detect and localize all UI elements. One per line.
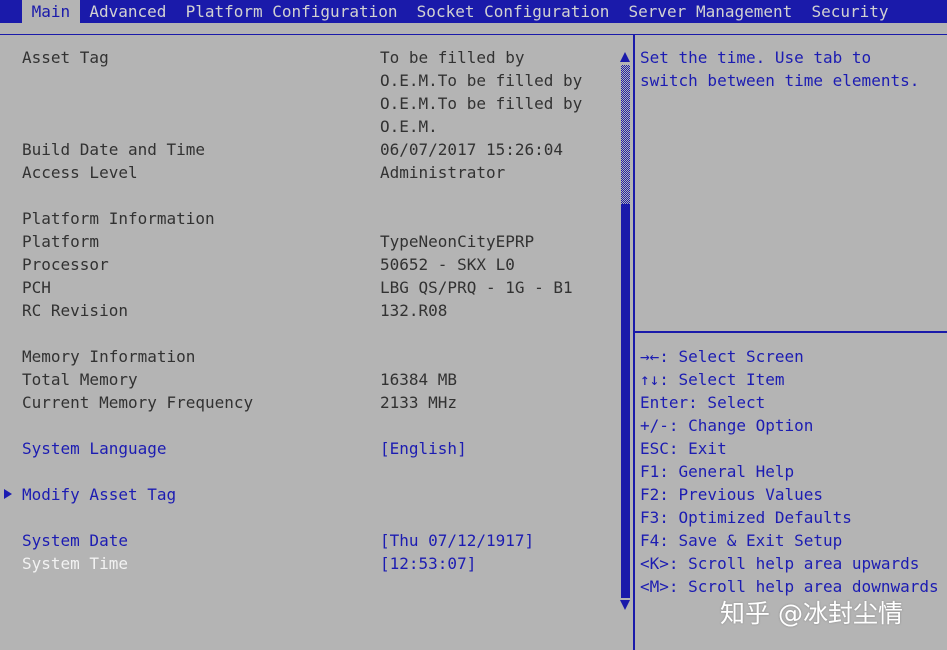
setting-value: 132.R08 xyxy=(380,301,448,320)
key-help-item: ↑↓: Select Item xyxy=(640,370,785,389)
value-line: O.E.M. xyxy=(380,117,438,136)
setting-platform: Platform TypeNeonCityEPRP xyxy=(0,230,618,253)
setting-label: Total Memory xyxy=(22,370,138,389)
setting-label[interactable]: Modify Asset Tag xyxy=(22,483,176,506)
blank-row xyxy=(0,322,618,345)
menu-tab-bar: Main Advanced Platform Configuration Soc… xyxy=(0,0,947,23)
setting-access-level: Access Level Administrator xyxy=(0,161,618,184)
submenu-modify-asset-tag[interactable]: Modify Asset Tag xyxy=(0,483,618,506)
panel-divider xyxy=(633,34,635,650)
setting-system-language[interactable]: System Language [English] xyxy=(0,437,618,460)
key-help-item: <K>: Scroll help area upwards xyxy=(640,554,920,573)
setting-label[interactable]: System Time xyxy=(22,552,128,575)
blank-row xyxy=(0,184,618,207)
help-line: switch between time elements. xyxy=(640,71,920,90)
setting-label: Platform xyxy=(22,232,100,251)
setting-system-time[interactable]: System Time [12:53:07] xyxy=(0,552,618,575)
setting-value: Administrator xyxy=(380,163,506,182)
key-help-item: F4: Save & Exit Setup xyxy=(640,531,843,550)
setting-value: 16384 MB xyxy=(380,370,458,389)
key-help-item: +/-: Change Option xyxy=(640,416,814,435)
help-description: Set the time. Use tab to switch between … xyxy=(640,46,945,92)
language-select[interactable]: [English] xyxy=(380,437,467,460)
blank-row xyxy=(0,460,618,483)
time-field[interactable]: [12:53:07] xyxy=(380,552,476,575)
scroll-down-arrow-icon[interactable] xyxy=(620,600,630,610)
key-help-item: →←: Select Screen xyxy=(640,347,804,366)
section-heading-platform: Platform Information xyxy=(0,207,618,230)
key-help-item: F2: Previous Values xyxy=(640,485,824,504)
setting-label: Build Date and Time xyxy=(22,140,206,159)
scrollbar-thumb[interactable] xyxy=(621,203,630,598)
watermark: 知乎 @冰封尘情 xyxy=(720,599,903,628)
setting-value: TypeNeonCityEPRP xyxy=(380,232,535,251)
setting-label[interactable]: System Date xyxy=(22,529,128,552)
value-line: To be filled by xyxy=(380,48,525,67)
scrollbar-track[interactable] xyxy=(621,65,630,598)
setting-value: To be filled by O.E.M.To be filled by O.… xyxy=(380,46,582,138)
tab-security[interactable]: Security xyxy=(802,0,898,23)
setting-memory-frequency: Current Memory Frequency 2133 MHz xyxy=(0,391,618,414)
blank-row xyxy=(0,414,618,437)
section-heading-memory: Memory Information xyxy=(0,345,618,368)
date-field[interactable]: [Thu 07/12/1917] xyxy=(380,529,534,552)
key-help-item: ESC: Exit xyxy=(640,439,727,458)
setting-system-date[interactable]: System Date [Thu 07/12/1917] xyxy=(0,529,618,552)
help-divider xyxy=(635,331,947,333)
value-line: O.E.M.To be filled by xyxy=(380,71,583,90)
tab-advanced[interactable]: Advanced xyxy=(80,0,176,23)
settings-panel: Asset Tag To be filled by O.E.M.To be fi… xyxy=(0,46,618,575)
setting-value: 50652 - SKX L0 xyxy=(380,255,515,274)
setting-build-date: Build Date and Time 06/07/2017 15:26:04 xyxy=(0,138,618,161)
key-help-item: F1: General Help xyxy=(640,462,795,481)
blank-row xyxy=(0,506,618,529)
help-line: Set the time. Use tab to xyxy=(640,48,872,67)
setting-label: RC Revision xyxy=(22,301,128,320)
scroll-up-arrow-icon[interactable] xyxy=(620,52,630,62)
setting-value: 06/07/2017 15:26:04 xyxy=(380,140,564,159)
setting-label[interactable]: System Language xyxy=(22,437,167,460)
tab-server-management[interactable]: Server Management xyxy=(619,0,802,23)
tab-platform-configuration[interactable]: Platform Configuration xyxy=(176,0,407,23)
setting-value: 2133 MHz xyxy=(380,393,458,412)
setting-rc-revision: RC Revision 132.R08 xyxy=(0,299,618,322)
setting-processor: Processor 50652 - SKX L0 xyxy=(0,253,618,276)
submenu-arrow-icon xyxy=(4,489,12,499)
setting-label: Current Memory Frequency xyxy=(22,393,254,412)
setting-total-memory: Total Memory 16384 MB xyxy=(0,368,618,391)
setting-value: LBG QS/PRQ - 1G - B1 xyxy=(380,278,573,297)
frame-top-line xyxy=(0,34,947,35)
section-heading: Platform Information xyxy=(22,209,215,228)
value-line: O.E.M.To be filled by xyxy=(380,94,583,113)
section-heading: Memory Information xyxy=(22,347,196,366)
tab-main[interactable]: Main xyxy=(22,0,80,23)
setting-pch: PCH LBG QS/PRQ - 1G - B1 xyxy=(0,276,618,299)
setting-asset-tag: Asset Tag To be filled by O.E.M.To be fi… xyxy=(0,46,618,138)
key-help-list: →←: Select Screen ↑↓: Select Item Enter:… xyxy=(640,345,945,598)
setting-label: Access Level xyxy=(22,163,138,182)
setting-label: Asset Tag xyxy=(22,48,109,67)
setting-label: PCH xyxy=(22,278,51,297)
tab-socket-configuration[interactable]: Socket Configuration xyxy=(407,0,619,23)
scrollbar[interactable] xyxy=(619,50,632,612)
setting-label: Processor xyxy=(22,255,109,274)
key-help-item: F3: Optimized Defaults xyxy=(640,508,852,527)
key-help-item: Enter: Select xyxy=(640,393,766,412)
